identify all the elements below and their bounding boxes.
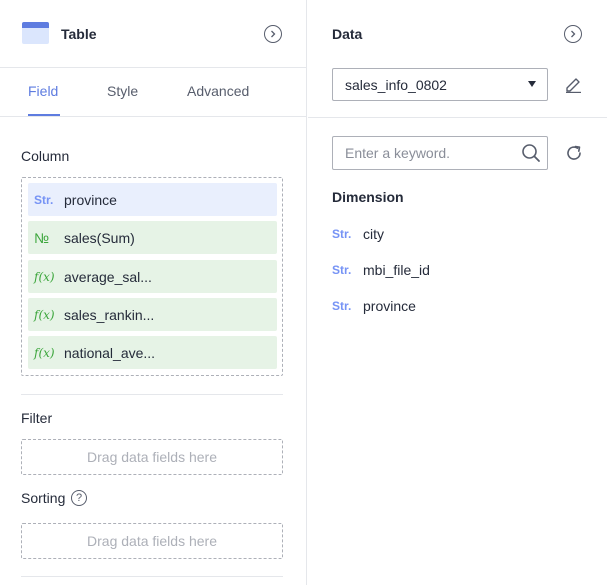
column-field-chip[interactable]: f(x) sales_rankin... (28, 298, 277, 331)
dimension-name: mbi_file_id (363, 262, 430, 278)
column-field-chip[interactable]: f(x) national_ave... (28, 336, 277, 369)
number-type-icon: № (34, 229, 50, 246)
tab-advanced[interactable]: Advanced (187, 83, 249, 99)
config-panel: Table Field Style Advanced Column Str. p… (0, 0, 307, 585)
collapse-arrow-icon[interactable] (264, 25, 282, 43)
filter-drop-zone[interactable]: Drag data fields here (21, 439, 283, 475)
drop-hint: Drag data fields here (87, 533, 217, 549)
active-tab-indicator (28, 114, 60, 116)
column-field-chip[interactable]: № sales(Sum) (28, 221, 277, 254)
dataset-value: sales_info_0802 (345, 76, 447, 93)
field-search-box[interactable] (332, 136, 548, 170)
string-type-tag: Str. (34, 192, 54, 207)
sorting-label: Sorting (21, 490, 66, 506)
dimension-name: province (363, 298, 416, 314)
column-field-chip[interactable]: f(x) average_sal... (28, 260, 277, 293)
column-drop-zone[interactable]: Str. province № sales(Sum) f(x) average_… (21, 177, 283, 376)
tab-style[interactable]: Style (107, 83, 138, 99)
chevron-down-icon (528, 81, 536, 87)
data-panel: Data sales_info_0802 Dimension Str. city… (308, 0, 607, 585)
formula-icon: f(x) (34, 307, 55, 322)
section-divider (21, 576, 283, 577)
column-label: Column (21, 148, 70, 164)
config-header: Table (0, 0, 307, 68)
dimension-item[interactable]: Str. city (332, 224, 384, 244)
collapse-arrow-icon[interactable] (564, 25, 582, 43)
field-name: province (64, 191, 117, 208)
formula-icon: f(x) (34, 269, 55, 284)
string-type-tag: Str. (332, 227, 352, 241)
dimension-item[interactable]: Str. province (332, 296, 416, 316)
edit-icon[interactable] (564, 75, 582, 93)
search-input[interactable] (333, 137, 503, 169)
field-name: sales_rankin... (64, 306, 155, 323)
formula-icon: f(x) (34, 345, 55, 360)
string-type-tag: Str. (332, 263, 352, 277)
help-icon[interactable]: ? (71, 490, 87, 506)
string-type-tag: Str. (332, 299, 352, 313)
dimension-title: Dimension (332, 189, 404, 205)
field-name: average_sal... (64, 268, 152, 285)
dimension-item[interactable]: Str. mbi_file_id (332, 260, 430, 280)
field-name: sales(Sum) (64, 229, 135, 246)
tab-field[interactable]: Field (28, 83, 58, 99)
data-panel-title: Data (332, 26, 363, 42)
config-tabs: Field Style Advanced (0, 69, 307, 117)
refresh-icon[interactable] (564, 143, 584, 163)
chart-type-title: Table (61, 26, 97, 42)
field-name: national_ave... (64, 344, 156, 361)
dimension-name: city (363, 226, 384, 242)
filter-label: Filter (21, 410, 53, 426)
section-divider (21, 394, 283, 395)
panel-divider (308, 117, 607, 118)
dataset-select[interactable]: sales_info_0802 (332, 68, 548, 101)
sorting-drop-zone[interactable]: Drag data fields here (21, 523, 283, 559)
table-icon (22, 22, 49, 44)
search-icon[interactable] (521, 143, 541, 163)
column-field-chip[interactable]: Str. province (28, 183, 277, 216)
drop-hint: Drag data fields here (87, 449, 217, 465)
